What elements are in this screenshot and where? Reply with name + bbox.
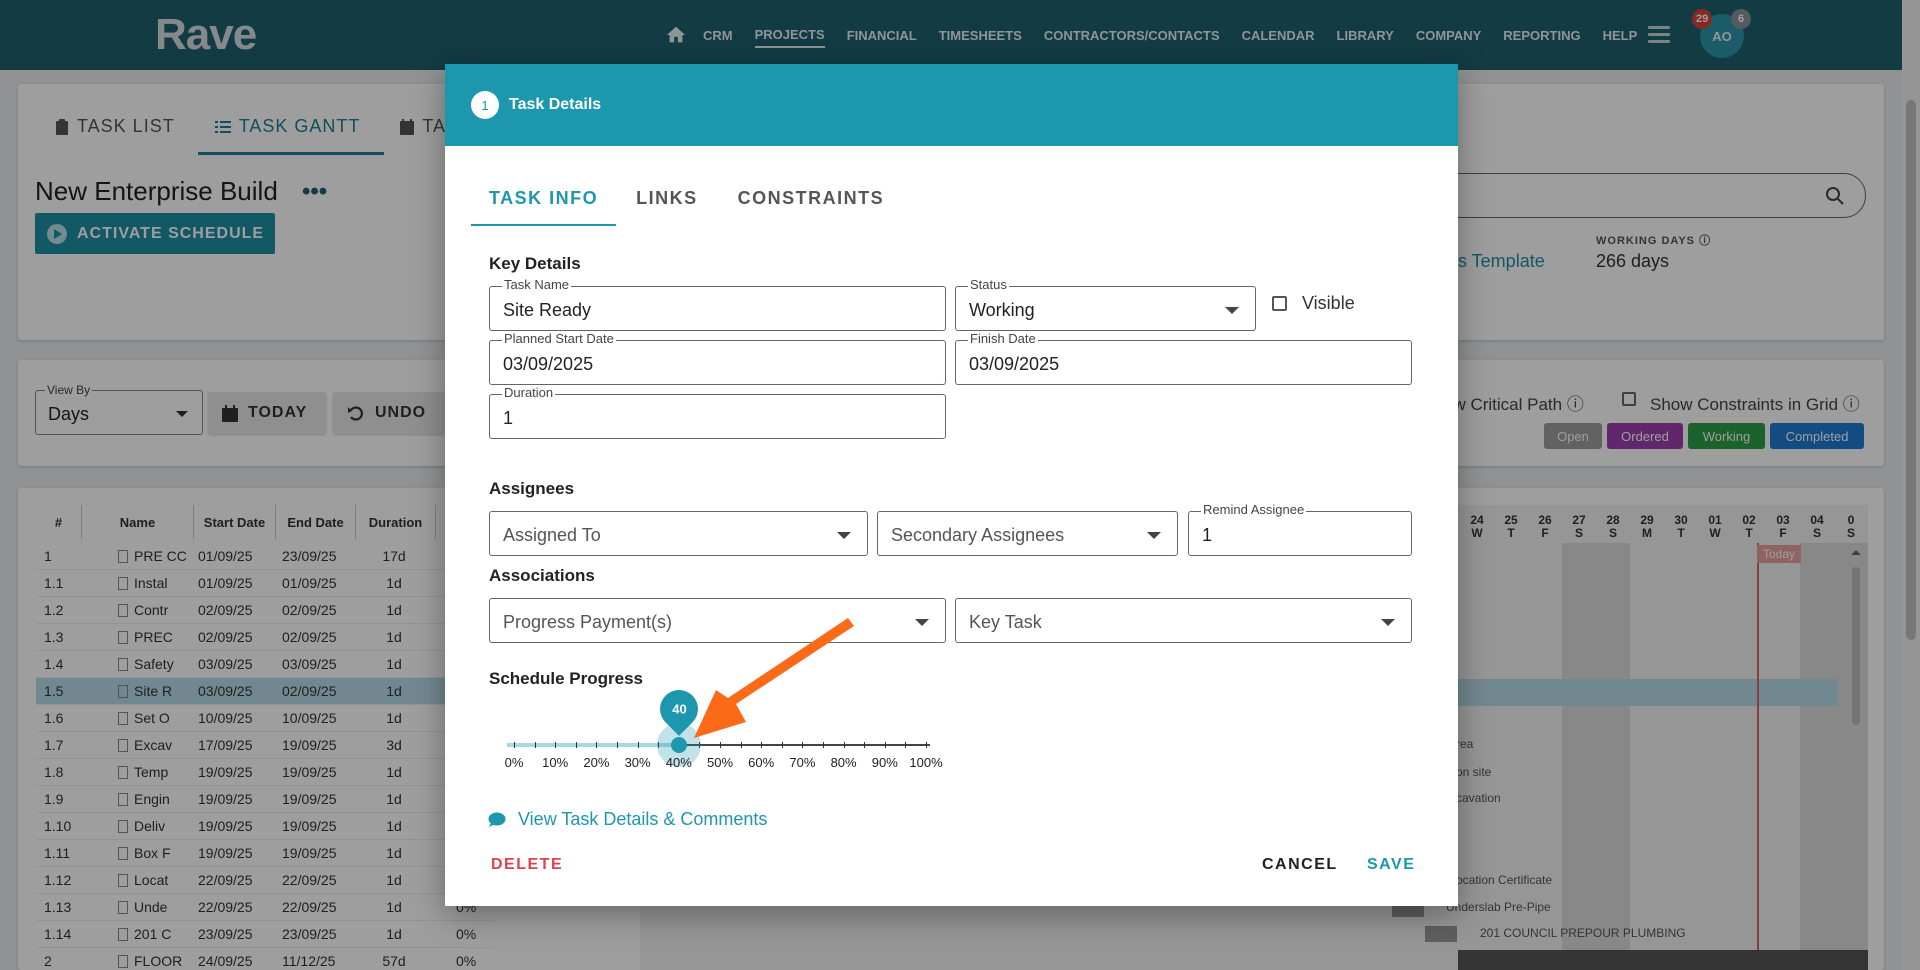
annotation-arrow-icon [694,618,854,738]
key-task-select[interactable]: Key Task [955,598,1412,643]
duration-label: Duration [502,385,556,400]
status-select[interactable]: Status Working [955,278,1256,331]
tab-links[interactable]: LINKS [618,170,716,226]
assigned-to-placeholder: Assigned To [503,525,601,545]
chevron-down-icon [1147,532,1161,539]
remind-assignee-value: 1 [1202,525,1213,545]
slider-tick [926,742,927,748]
finish-date-value: 03/09/2025 [969,354,1060,374]
dialog-tabs: TASK INFO LINKS CONSTRAINTS [471,170,902,226]
slider-tick [864,742,866,748]
slider-tick [555,742,557,748]
visible-checkbox[interactable] [1272,296,1287,311]
chevron-down-icon [1381,619,1395,626]
remind-assignee-label: Remind Assignee [1201,502,1307,517]
assigned-to-select[interactable]: Assigned To [489,511,868,556]
dialog-title: Task Details [509,96,602,113]
key-details-heading: Key Details [489,254,581,273]
planned-start-date-field[interactable]: Planned Start Date 03/09/2025 [489,332,946,385]
status-label: Status [968,277,1009,292]
slider-tick [534,742,536,748]
associations-heading: Associations [489,566,595,585]
comment-icon [488,812,506,827]
finish-date-label: Finish Date [968,331,1038,346]
slider-tick [637,742,639,748]
chevron-down-icon [837,532,851,539]
duration-field[interactable]: Duration 1 [489,386,946,439]
secondary-assignees-placeholder: Secondary Assignees [891,525,1065,545]
planned-start-value: 03/09/2025 [503,354,594,374]
assignees-heading: Assignees [489,479,575,498]
dialog-header: 1 Task Details [445,64,1458,146]
slider-tick [617,742,618,748]
remind-assignee-field[interactable]: Remind Assignee 1 [1188,503,1412,556]
cancel-button[interactable]: CANCEL [1262,856,1338,874]
step-indicator: 1 [471,91,499,119]
delete-button[interactable]: DELETE [491,856,563,874]
slider-tick [884,742,886,748]
task-name-label: Task Name [502,277,572,292]
slider-tick [514,742,515,748]
duration-value: 1 [503,408,514,428]
progress-payments-placeholder: Progress Payment(s) [503,612,673,632]
view-task-details-link[interactable]: View Task Details & Comments [488,809,767,830]
slider-tick-label: 100% [909,755,943,770]
tab-task-info[interactable]: TASK INFO [471,170,617,226]
chevron-down-icon [915,619,929,626]
planned-start-label: Planned Start Date [502,331,616,346]
visible-label: Visible [1302,293,1355,313]
view-task-details-label: View Task Details & Comments [518,809,768,829]
slider-tick [905,742,907,748]
status-value: Working [969,300,1035,320]
save-button[interactable]: SAVE [1367,856,1415,874]
schedule-progress-heading: Schedule Progress [489,669,644,688]
tab-constraints[interactable]: CONSTRAINTS [720,170,903,226]
task-name-field[interactable]: Task Name Site Ready [489,278,946,331]
key-task-placeholder: Key Task [969,612,1042,632]
chevron-down-icon [1225,307,1239,314]
task-name-value: Site Ready [503,300,592,320]
secondary-assignees-select[interactable]: Secondary Assignees [877,511,1178,556]
progress-slider-fill [507,743,679,747]
slider-tick [575,742,577,748]
slider-tick [596,742,598,748]
finish-date-field[interactable]: Finish Date 03/09/2025 [955,332,1412,385]
